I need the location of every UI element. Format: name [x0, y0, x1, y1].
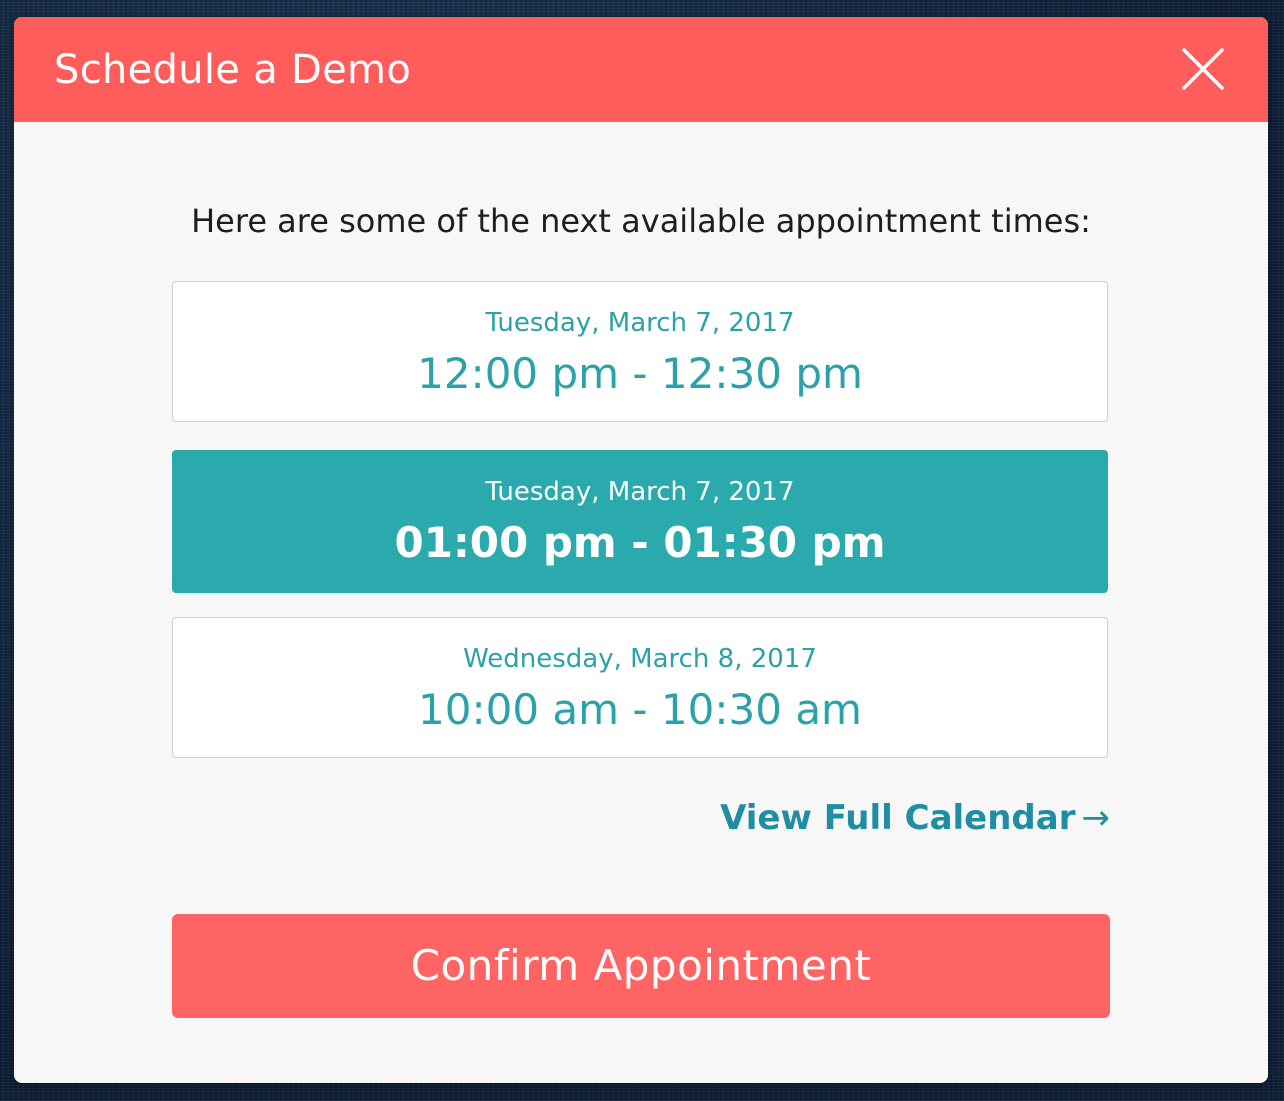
- slot-date: Tuesday, March 7, 2017: [485, 308, 795, 338]
- appointment-slot-1[interactable]: Tuesday, March 7, 2017 12:00 pm - 12:30 …: [172, 281, 1108, 422]
- close-x-icon: [1182, 48, 1224, 90]
- view-full-calendar-link[interactable]: View Full Calendar →: [672, 797, 1110, 839]
- appointment-slot-2-selected[interactable]: Tuesday, March 7, 2017 01:00 pm - 01:30 …: [172, 450, 1108, 593]
- calendar-link-label: View Full Calendar: [720, 798, 1076, 838]
- slot-date: Tuesday, March 7, 2017: [485, 477, 795, 507]
- intro-text: Here are some of the next available appo…: [191, 202, 1091, 240]
- confirm-appointment-button[interactable]: Confirm Appointment: [172, 914, 1110, 1018]
- slot-time: 01:00 pm - 01:30 pm: [394, 518, 886, 567]
- slot-time: 10:00 am - 10:30 am: [418, 685, 862, 734]
- close-button[interactable]: [1180, 46, 1226, 92]
- appointment-slot-3[interactable]: Wednesday, March 8, 2017 10:00 am - 10:3…: [172, 617, 1108, 758]
- schedule-demo-modal: Schedule a Demo Here are some of the nex…: [14, 17, 1268, 1083]
- arrow-right-icon: →: [1081, 798, 1111, 838]
- modal-title: Schedule a Demo: [54, 47, 412, 93]
- slot-time: 12:00 pm - 12:30 pm: [417, 349, 863, 398]
- modal-header: Schedule a Demo: [14, 17, 1268, 122]
- slot-date: Wednesday, March 8, 2017: [463, 644, 817, 674]
